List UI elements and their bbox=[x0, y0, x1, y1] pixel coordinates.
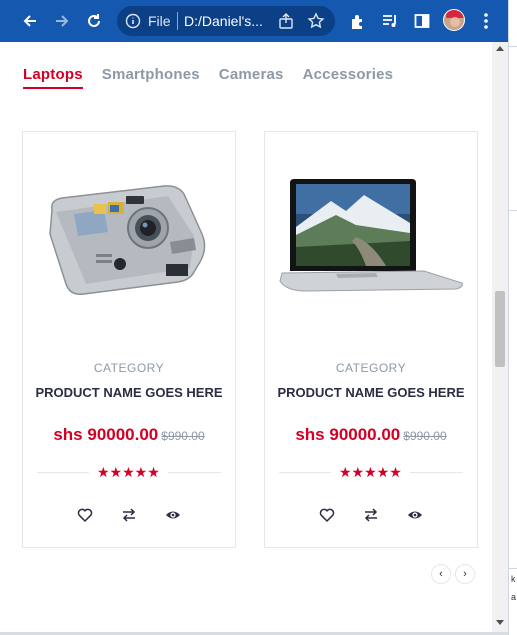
media-queue-icon[interactable] bbox=[376, 7, 404, 35]
product-image-camera[interactable] bbox=[23, 132, 235, 342]
arrow-left-icon[interactable] bbox=[16, 7, 44, 35]
arrow-right-icon[interactable] bbox=[48, 7, 76, 35]
tab-laptops[interactable]: Laptops bbox=[23, 66, 83, 89]
scroll-up-arrow-icon[interactable] bbox=[496, 46, 504, 51]
product-price: shs 90000.00 bbox=[295, 425, 401, 444]
eye-icon[interactable] bbox=[404, 504, 426, 526]
laptop-icon bbox=[279, 179, 463, 292]
compare-arrows-icon[interactable] bbox=[360, 504, 382, 526]
scroll-down-arrow-icon[interactable] bbox=[496, 620, 504, 625]
product-card[interactable]: CATEGORY PRODUCT NAME GOES HERE shs 9000… bbox=[264, 131, 478, 548]
address-bar[interactable]: File D:/Daniel's... bbox=[117, 6, 335, 36]
digital-camera-icon bbox=[49, 185, 206, 296]
product-actions bbox=[23, 504, 235, 526]
tab-smartphones[interactable]: Smartphones bbox=[102, 66, 200, 87]
product-price-row: shs 90000.00 $990.00 bbox=[23, 425, 235, 445]
desktop-divider bbox=[509, 568, 517, 569]
omnibox-divider bbox=[177, 12, 178, 30]
profile-avatar[interactable] bbox=[443, 9, 465, 31]
product-image-laptop[interactable] bbox=[265, 132, 477, 342]
product-rating-stars: ★★★★★ bbox=[331, 463, 410, 481]
scrollbar-thumb[interactable] bbox=[495, 291, 505, 367]
page-scrollbar[interactable] bbox=[492, 42, 508, 632]
page-content: Laptops Smartphones Cameras Accessories bbox=[0, 42, 492, 632]
product-slider-nav: ‹ › bbox=[431, 564, 475, 584]
side-panel-icon[interactable] bbox=[408, 7, 436, 35]
category-tabs: Laptops Smartphones Cameras Accessories bbox=[23, 66, 412, 89]
product-price-row: shs 90000.00 $990.00 bbox=[265, 425, 477, 445]
product-price: shs 90000.00 bbox=[53, 425, 159, 444]
star-icon[interactable] bbox=[307, 12, 325, 33]
product-name[interactable]: PRODUCT NAME GOES HERE bbox=[275, 385, 467, 401]
desktop-background-edge: k a bbox=[508, 0, 517, 635]
share-icon[interactable] bbox=[277, 12, 295, 33]
product-card[interactable]: CATEGORY PRODUCT NAME GOES HERE shs 9000… bbox=[22, 131, 236, 548]
desktop-edge-text: a bbox=[511, 592, 517, 602]
puzzle-icon[interactable] bbox=[344, 7, 372, 35]
eye-icon[interactable] bbox=[162, 504, 184, 526]
desktop-divider bbox=[509, 210, 517, 211]
reload-icon[interactable] bbox=[80, 7, 108, 35]
browser-window: File D:/Daniel's... k a Laptops Smartpho… bbox=[0, 0, 517, 635]
heart-icon[interactable] bbox=[74, 504, 96, 526]
omnibox-scheme-label: File bbox=[148, 13, 171, 29]
product-rating-stars: ★★★★★ bbox=[89, 463, 168, 481]
heart-icon[interactable] bbox=[316, 504, 338, 526]
avatar-face-shape bbox=[450, 17, 460, 27]
kebab-menu-icon[interactable] bbox=[472, 7, 500, 35]
product-category: CATEGORY bbox=[335, 361, 407, 375]
compare-arrows-icon[interactable] bbox=[118, 504, 140, 526]
url-text[interactable]: D:/Daniel's... bbox=[184, 13, 266, 29]
product-name[interactable]: PRODUCT NAME GOES HERE bbox=[33, 385, 225, 401]
product-category: CATEGORY bbox=[93, 361, 165, 375]
desktop-divider bbox=[509, 46, 517, 47]
slider-prev-button[interactable]: ‹ bbox=[431, 564, 451, 584]
slider-next-button[interactable]: › bbox=[455, 564, 475, 584]
product-old-price: $990.00 bbox=[403, 429, 447, 443]
product-old-price: $990.00 bbox=[161, 429, 205, 443]
desktop-edge-text: k bbox=[511, 574, 516, 584]
tab-cameras[interactable]: Cameras bbox=[219, 66, 284, 87]
info-icon[interactable] bbox=[125, 13, 141, 32]
tab-accessories[interactable]: Accessories bbox=[303, 66, 394, 87]
product-actions bbox=[265, 504, 477, 526]
browser-toolbar: File D:/Daniel's... bbox=[0, 0, 508, 42]
